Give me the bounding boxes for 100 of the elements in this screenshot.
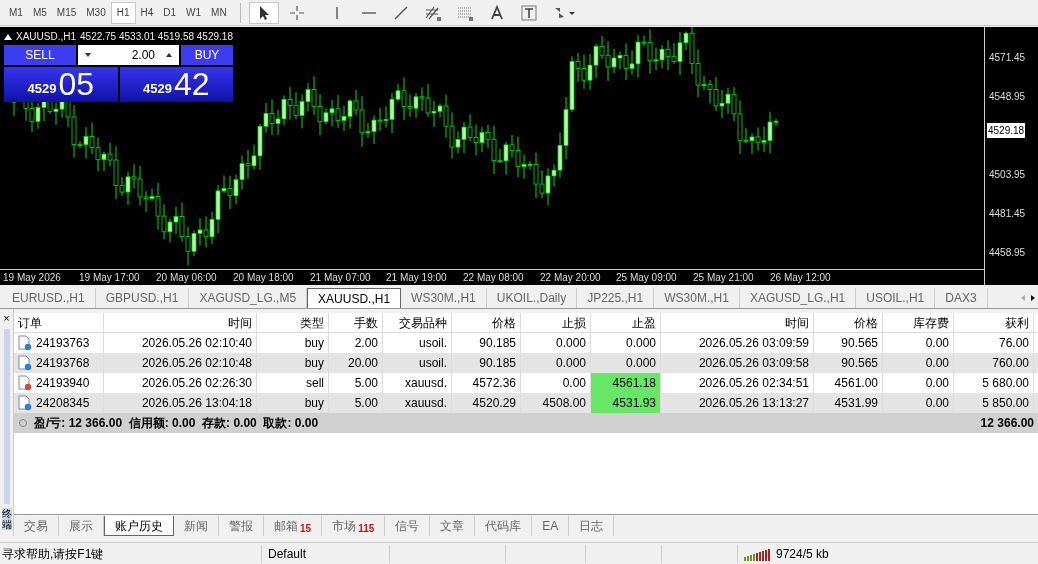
table-cell-text: 24193763 bbox=[36, 335, 90, 352]
table-cell-text: 0.00 bbox=[562, 375, 586, 392]
table-cell-text: usoil. bbox=[419, 335, 447, 352]
terminal-tab[interactable]: 日志 bbox=[569, 516, 615, 536]
chart-tab[interactable]: DAX3 bbox=[935, 288, 988, 308]
chart-tab[interactable]: XAGUSD_LG.,H1 bbox=[739, 288, 857, 308]
table-cell: 4561.18 bbox=[591, 373, 661, 393]
chart-tab[interactable]: JP225.,H1 bbox=[577, 288, 655, 308]
table-cell-text: 4531.99 bbox=[834, 395, 878, 412]
profile-name: Default bbox=[262, 544, 390, 563]
column-header[interactable]: 时间 bbox=[661, 313, 814, 332]
timeframe-button[interactable]: M15 bbox=[51, 1, 82, 24]
chart-tab[interactable]: XAUUSD.,H1 bbox=[307, 288, 402, 308]
column-header[interactable]: 类型 bbox=[257, 313, 329, 332]
chart-tab[interactable]: WS30M.,H1 bbox=[654, 288, 740, 308]
time-axis-label: 19 May 17:00 bbox=[79, 271, 140, 285]
terminal-tab[interactable]: EA bbox=[532, 516, 570, 536]
sell-button[interactable]: SELL bbox=[4, 45, 76, 65]
table-cell-text: 0.00 bbox=[925, 395, 949, 412]
table-cell-text: 0.000 bbox=[625, 355, 656, 372]
current-price-label: 4529.18 bbox=[987, 123, 1026, 138]
time-axis-label: 20 May 18:00 bbox=[233, 271, 294, 285]
ask-price-panel[interactable]: 452942 bbox=[119, 67, 233, 102]
traffic-text: 9724/5 kb bbox=[776, 545, 829, 563]
time-axis-label: 22 May 20:00 bbox=[540, 271, 601, 285]
time-axis-label: 21 May 07:00 bbox=[310, 271, 371, 285]
table-cell-text: 76.00 bbox=[998, 335, 1029, 352]
terminal-tab[interactable]: 信号 bbox=[385, 516, 431, 536]
column-header[interactable]: 价格 bbox=[452, 313, 521, 332]
table-cell-text: 0.000 bbox=[555, 335, 586, 352]
connection-bars-icon bbox=[744, 546, 772, 561]
table-cell-text: 2.00 bbox=[354, 335, 378, 352]
text-label-icon[interactable] bbox=[519, 3, 538, 22]
table-cell-text: 0.00 bbox=[925, 355, 949, 372]
timeframe-button[interactable]: M5 bbox=[27, 1, 52, 24]
chart-tab[interactable]: GBPUSD.,H1 bbox=[95, 288, 190, 308]
chart-tab[interactable]: USOIL.,H1 bbox=[856, 288, 936, 308]
table-cell-text: sell bbox=[306, 375, 324, 392]
buy-button[interactable]: BUY bbox=[181, 45, 233, 65]
table-cell-text: 24193768 bbox=[36, 355, 90, 372]
time-axis-label: 25 May 21:00 bbox=[693, 271, 754, 285]
table-cell-text: 90.185 bbox=[479, 355, 516, 372]
circle-icon bbox=[18, 418, 28, 428]
table-cell-text: 2026.05.26 03:09:59 bbox=[698, 335, 809, 352]
chart-tab[interactable]: EURUSD.,H1 bbox=[2, 288, 96, 308]
time-axis-label: 19 May 2026 bbox=[3, 271, 61, 285]
column-header[interactable]: 获利 bbox=[954, 313, 1034, 332]
price-axis-label: 4571.45 bbox=[989, 51, 1026, 65]
table-cell-text: 5.00 bbox=[354, 375, 378, 392]
column-header[interactable]: 止损 bbox=[521, 313, 591, 332]
table-cell-text: 4508.00 bbox=[542, 395, 586, 412]
total-profit: 12 366.00 bbox=[980, 415, 1034, 432]
table-cell-text: 2026.05.26 02:10:40 bbox=[141, 335, 252, 352]
timeframe-button[interactable]: H4 bbox=[135, 1, 159, 24]
timeframe-button[interactable]: M1 bbox=[4, 1, 28, 24]
column-header[interactable]: 手数 bbox=[329, 313, 383, 332]
table-cell-text: 2026.05.26 03:09:58 bbox=[698, 355, 809, 372]
chart-ohlc: 4522.75 4533.01 4519.58 4529.18 bbox=[80, 30, 233, 44]
time-axis-label: 21 May 19:00 bbox=[386, 271, 447, 285]
timeframe-button[interactable]: W1 bbox=[181, 1, 207, 24]
timeframe-button[interactable]: M30 bbox=[81, 1, 111, 24]
time-axis-label: 22 May 08:00 bbox=[463, 271, 524, 285]
price-axis-label: 4458.95 bbox=[989, 246, 1026, 260]
timeframe-button[interactable]: D1 bbox=[158, 1, 182, 24]
terminal-tab[interactable]: 警报 bbox=[219, 516, 264, 536]
terminal-tab[interactable]: 代码库 bbox=[475, 516, 533, 536]
close-button[interactable]: × bbox=[3, 311, 10, 325]
chart-symbol: XAUUSD.,H1 bbox=[16, 30, 76, 44]
terminal-tab[interactable]: 新闻 bbox=[174, 516, 219, 536]
column-header[interactable]: 交易品种 bbox=[383, 313, 452, 332]
timeframe-button[interactable]: H1 bbox=[110, 1, 136, 24]
price-axis-label: 4548.95 bbox=[989, 90, 1026, 104]
chart-tab[interactable]: UKOIL.,Daily bbox=[486, 288, 578, 308]
table-cell-text: 2026.05.26 13:04:18 bbox=[141, 395, 252, 412]
price-axis-label: 4481.45 bbox=[989, 207, 1026, 221]
table-cell-text: 0.00 bbox=[925, 335, 949, 352]
chart-tab[interactable]: WS30M.,H1 bbox=[401, 288, 487, 308]
table-cell-text: 20.00 bbox=[347, 355, 378, 372]
column-header[interactable]: 订单 bbox=[14, 313, 104, 332]
terminal-tab[interactable]: 交易 bbox=[14, 516, 59, 536]
price-axis-label: 4503.95 bbox=[989, 168, 1026, 182]
column-header[interactable]: 时间 bbox=[104, 313, 257, 332]
table-cell-text: 2026.05.26 02:10:48 bbox=[141, 355, 252, 372]
column-header[interactable]: 止盈 bbox=[591, 313, 661, 332]
table-cell-text: buy bbox=[304, 335, 324, 352]
table-cell-text: 2026.05.26 02:34:51 bbox=[698, 375, 809, 392]
column-header[interactable]: 价格 bbox=[814, 313, 883, 332]
terminal-tab[interactable]: 文章 bbox=[430, 516, 476, 536]
table-cell-text: usoil. bbox=[419, 355, 447, 372]
collapse-triangle-icon[interactable] bbox=[4, 33, 12, 40]
crosshair-icon[interactable] bbox=[287, 3, 306, 22]
table-cell-text: 0.000 bbox=[625, 335, 656, 352]
column-header[interactable]: 库存费 bbox=[883, 313, 954, 332]
time-axis-label: 26 May 12:00 bbox=[770, 271, 831, 285]
table-cell-text: xauusd. bbox=[404, 375, 447, 392]
terminal-tab[interactable]: 账户历史 bbox=[104, 516, 174, 536]
volume-field[interactable]: 2.00 bbox=[78, 45, 179, 65]
table-cell-text: 90.565 bbox=[841, 355, 878, 372]
bid-price-panel[interactable]: 4529 05 bbox=[4, 67, 118, 102]
timeframe-button[interactable]: MN bbox=[206, 1, 232, 24]
